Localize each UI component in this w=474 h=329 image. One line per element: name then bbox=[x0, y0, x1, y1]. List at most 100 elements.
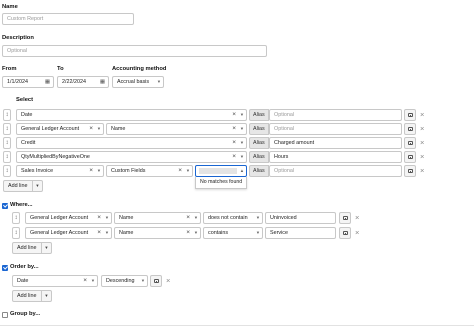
add-line-label: Add line bbox=[8, 183, 28, 189]
calendar-icon[interactable]: ▦ bbox=[45, 77, 50, 87]
chevron-down-icon: ▼ bbox=[140, 278, 145, 283]
chevron-down-icon[interactable]: ▼ bbox=[41, 243, 51, 253]
description-input[interactable]: Optional bbox=[2, 45, 267, 57]
chevron-down-icon: ▼ bbox=[185, 168, 190, 173]
drag-handle[interactable]: ↕ bbox=[12, 212, 20, 224]
name-input[interactable]: Custom Report bbox=[2, 13, 134, 25]
drag-handle[interactable]: ↕ bbox=[3, 165, 11, 177]
from-date-value: 1/1/2024 bbox=[7, 79, 28, 85]
clear-icon[interactable]: × bbox=[178, 166, 182, 176]
clear-icon[interactable]: × bbox=[83, 276, 87, 286]
order-by-checkbox[interactable] bbox=[2, 265, 8, 271]
drag-handle[interactable]: ↕ bbox=[3, 123, 11, 135]
clear-icon[interactable]: × bbox=[232, 124, 236, 134]
settings-icon bbox=[408, 127, 413, 131]
dropdown-menu: No matches found bbox=[195, 177, 247, 189]
chevron-down-icon: ▼ bbox=[239, 112, 244, 117]
clear-icon[interactable]: × bbox=[232, 152, 236, 162]
remove-row-icon[interactable]: × bbox=[420, 137, 424, 149]
remove-row-icon[interactable]: × bbox=[355, 212, 359, 224]
where-value-input[interactable]: Uninvoiced bbox=[265, 212, 336, 224]
operator-value: does not contain bbox=[208, 215, 248, 221]
calendar-icon[interactable]: ▦ bbox=[100, 77, 105, 87]
where-subfield-name[interactable]: Name × ▼ bbox=[114, 227, 201, 239]
alias-input[interactable]: Optional bbox=[269, 123, 402, 135]
select-field-general-ledger-account[interactable]: General Ledger Account × ▼ bbox=[16, 123, 104, 135]
field-options-button[interactable] bbox=[404, 123, 416, 135]
field-options-button[interactable] bbox=[404, 109, 416, 121]
drag-handle[interactable]: ↕ bbox=[3, 137, 11, 149]
field-value: Date bbox=[21, 112, 33, 118]
to-label: To bbox=[57, 66, 64, 72]
clear-icon[interactable]: × bbox=[186, 228, 190, 238]
chevron-down-icon: ▼ bbox=[104, 230, 109, 235]
add-line-label: Add line bbox=[17, 245, 37, 251]
remove-row-icon[interactable]: × bbox=[420, 151, 424, 163]
chevron-down-icon[interactable]: ▼ bbox=[32, 181, 42, 191]
where-field-general-ledger-account[interactable]: General Ledger Account × ▼ bbox=[25, 212, 112, 224]
alias-label: Alias bbox=[249, 165, 269, 177]
where-checkbox[interactable] bbox=[2, 203, 8, 209]
remove-row-icon[interactable]: × bbox=[166, 275, 170, 287]
where-subfield-name[interactable]: Name × ▼ bbox=[114, 212, 201, 224]
clear-icon[interactable]: × bbox=[89, 166, 93, 176]
chevron-up-icon: ▲ bbox=[239, 168, 244, 173]
field-options-button[interactable] bbox=[404, 151, 416, 163]
clear-icon[interactable]: × bbox=[97, 228, 101, 238]
drag-handle[interactable]: ↕ bbox=[12, 227, 20, 239]
field-options-button[interactable] bbox=[404, 137, 416, 149]
drag-handle[interactable]: ↕ bbox=[3, 151, 11, 163]
where-operator-select[interactable]: contains ▼ bbox=[203, 227, 263, 239]
to-date-input[interactable]: 2/22/2024 ▦ bbox=[57, 76, 109, 88]
chevron-down-icon: ▼ bbox=[255, 230, 260, 235]
chevron-down-icon: ▼ bbox=[239, 126, 244, 131]
where-operator-select[interactable]: does not contain ▼ bbox=[203, 212, 263, 224]
remove-row-icon[interactable]: × bbox=[420, 165, 424, 177]
search-box[interactable] bbox=[199, 168, 237, 174]
select-field-sales-invoice[interactable]: Sales Invoice × ▼ bbox=[16, 165, 104, 177]
clear-icon[interactable]: × bbox=[186, 213, 190, 223]
condition-options-button[interactable] bbox=[339, 227, 351, 239]
alias-input[interactable]: Charged amount bbox=[269, 137, 402, 149]
order-options-button[interactable] bbox=[150, 275, 162, 287]
condition-options-button[interactable] bbox=[339, 212, 351, 224]
alias-input[interactable]: Hours bbox=[269, 151, 402, 163]
select-add-line-button[interactable]: Add line ▼ bbox=[3, 180, 43, 192]
field-value: General Ledger Account bbox=[21, 126, 80, 132]
field-options-button[interactable] bbox=[404, 165, 416, 177]
select-field-date[interactable]: Date × ▼ bbox=[16, 109, 247, 121]
where-field-general-ledger-account[interactable]: General Ledger Account × ▼ bbox=[25, 227, 112, 239]
field-value: General Ledger Account bbox=[30, 230, 89, 236]
field-value: General Ledger Account bbox=[30, 215, 89, 221]
remove-row-icon[interactable]: × bbox=[420, 123, 424, 135]
accounting-method-select[interactable]: Accrual basis ▼ bbox=[112, 76, 164, 88]
order-by-field-select[interactable]: Date × ▼ bbox=[12, 275, 98, 287]
clear-icon[interactable]: × bbox=[232, 110, 236, 120]
chevron-down-icon[interactable]: ▼ bbox=[41, 291, 51, 301]
select-subfield-custom-fields[interactable]: Custom Fields × ▼ bbox=[106, 165, 193, 177]
name-label: Name bbox=[2, 4, 18, 10]
select-field-qty[interactable]: QtyMultipliedByNegativeOne × ▼ bbox=[16, 151, 247, 163]
select-field-credit[interactable]: Credit × ▼ bbox=[16, 137, 247, 149]
alias-input[interactable]: Optional bbox=[269, 165, 402, 177]
accounting-method-label: Accounting method bbox=[112, 66, 167, 72]
drag-handle[interactable]: ↕ bbox=[3, 109, 11, 121]
settings-icon bbox=[408, 113, 413, 117]
select-subfield2-open[interactable]: ▲ bbox=[195, 165, 247, 177]
remove-row-icon[interactable]: × bbox=[420, 109, 424, 121]
where-add-line-button[interactable]: Add line ▼ bbox=[12, 242, 52, 254]
from-date-input[interactable]: 1/1/2024 ▦ bbox=[2, 76, 54, 88]
order-direction-select[interactable]: Descending ▼ bbox=[101, 275, 148, 287]
select-subfield-name[interactable]: Name × ▼ bbox=[106, 123, 247, 135]
where-value-input[interactable]: Service bbox=[265, 227, 336, 239]
alias-label: Alias bbox=[249, 137, 269, 149]
clear-icon[interactable]: × bbox=[232, 138, 236, 148]
subfield-value: Name bbox=[119, 215, 134, 221]
clear-icon[interactable]: × bbox=[97, 213, 101, 223]
clear-icon[interactable]: × bbox=[89, 124, 93, 134]
alias-input[interactable]: Optional bbox=[269, 109, 402, 121]
group-by-checkbox[interactable] bbox=[2, 312, 8, 318]
alias-label: Alias bbox=[249, 109, 269, 121]
remove-row-icon[interactable]: × bbox=[355, 227, 359, 239]
order-by-add-line-button[interactable]: Add line ▼ bbox=[12, 290, 52, 302]
